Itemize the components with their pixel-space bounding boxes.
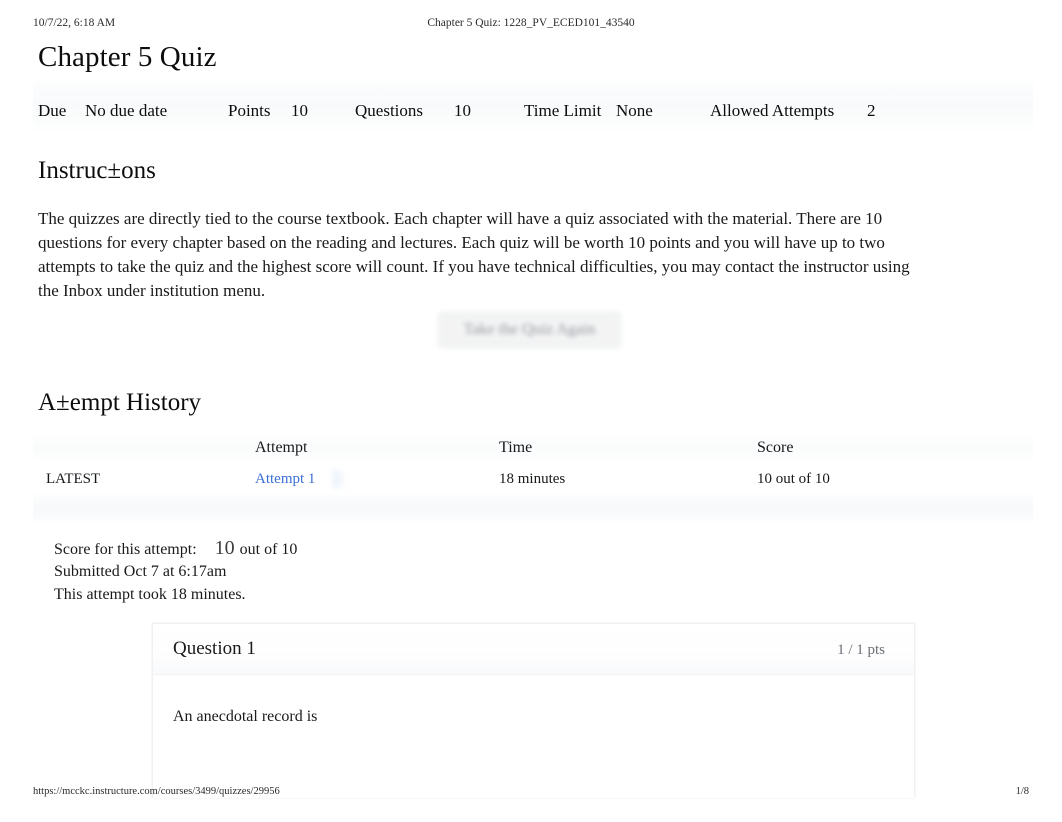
- take-quiz-again-button[interactable]: Take the Quiz Again: [438, 312, 621, 348]
- attempt-time-value: 18 minutes: [499, 471, 566, 487]
- attempt-history-header-band: [33, 432, 1033, 462]
- meta-time-limit-value: None: [616, 101, 653, 120]
- column-header-attempt: Attempt: [255, 439, 308, 456]
- question-header: Question 1 1 / 1 pts: [153, 624, 914, 675]
- attempt-score-number: 10: [214, 537, 235, 559]
- meta-time-limit-label: Time Limit: [524, 101, 602, 120]
- column-header-score: Score: [757, 439, 794, 456]
- column-header-time: Time: [499, 439, 533, 456]
- attempt-history-heading: A±empt History: [38, 389, 202, 416]
- quiz-print-page: 10/7/22, 6:18 AM Chapter 5 Quiz: 1228_PV…: [0, 0, 1062, 822]
- attempt-1-link[interactable]: Attempt 1: [255, 471, 315, 487]
- attempt-kept-badge: LATEST: [46, 471, 101, 487]
- attempt-submitted-line: Submitted Oct 7 at 6:17am: [54, 563, 227, 580]
- question-text: An anecdotal record is: [173, 708, 318, 725]
- attempt-score-suffix: out of 10: [239, 541, 298, 558]
- attempt-score-label: Score for this attempt:: [54, 541, 197, 558]
- meta-due-label: Due: [38, 101, 67, 120]
- print-footer-url: https://mcckc.instructure.com/courses/34…: [33, 786, 280, 797]
- question-body: An anecdotal record is: [153, 675, 914, 798]
- meta-allowed-attempts-label: Allowed Attempts: [710, 101, 835, 120]
- meta-points-value: 10: [291, 101, 308, 120]
- meta-questions-value: 10: [454, 101, 471, 120]
- attempt-summary: Score for this attempt: 10 out of 10 Submi…: [54, 536, 297, 606]
- print-footer-page-number: 1/8: [1015, 786, 1029, 797]
- meta-points-label: Points: [228, 101, 271, 120]
- take-quiz-again-container: Take the Quiz Again: [432, 303, 632, 356]
- attempt-history-row-band: [33, 492, 1033, 524]
- instructions-heading: Instruc±ons: [38, 157, 156, 184]
- attempt-score-value: 10 out of 10: [757, 471, 830, 487]
- instructions-body: The quizzes are directly tied to the cou…: [38, 209, 910, 300]
- question-points: 1 / 1 pts: [837, 642, 885, 658]
- meta-allowed-attempts-value: 2: [867, 101, 876, 120]
- print-footer: https://mcckc.instructure.com/courses/34…: [0, 786, 1062, 802]
- attempt-score-line: Score for this attempt: 10 out of 10: [54, 536, 297, 560]
- question-card: Question 1 1 / 1 pts An anecdotal record…: [152, 623, 915, 798]
- page-title: Chapter 5 Quiz: [38, 41, 217, 73]
- meta-due-value: No due date: [85, 101, 168, 120]
- attempt-duration-line: This attempt took 18 minutes.: [54, 586, 246, 603]
- attempt-link-container[interactable]: Attempt 1: [255, 468, 315, 490]
- print-header-title: Chapter 5 Quiz: 1228_PV_ECED101_43540: [427, 17, 635, 29]
- quiz-meta-row: Due No due date Points 10 Questions 10 T…: [38, 99, 1028, 123]
- question-title: Question 1: [173, 638, 256, 659]
- print-header: 10/7/22, 6:18 AM Chapter 5 Quiz: 1228_PV…: [0, 17, 1062, 33]
- meta-questions-label: Questions: [355, 101, 423, 120]
